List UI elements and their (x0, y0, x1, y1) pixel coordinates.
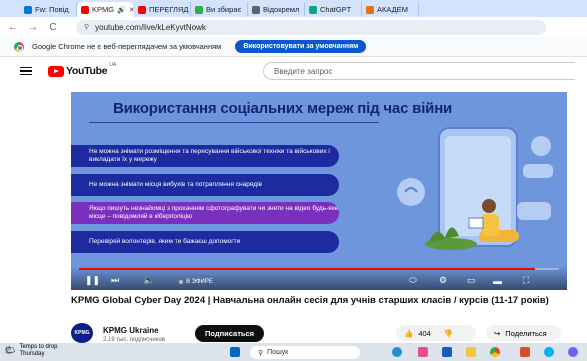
slide-point: Перевіряй волонтерів, яким ти бажаєш доп… (71, 231, 339, 253)
tab-5[interactable]: ChatGPT (305, 2, 362, 17)
next-icon[interactable]: ⏭ (111, 275, 119, 286)
share-label: Поделиться (505, 328, 547, 338)
app-icon[interactable] (520, 347, 530, 357)
taskbar-search[interactable]: ⚲ Пошук (250, 346, 360, 359)
progress-bar[interactable] (79, 268, 559, 270)
default-browser-infobar: Google Chrome не є веб-переглядачем за у… (0, 37, 587, 57)
youtube-header: YouTube UA Введите запрос (0, 58, 587, 84)
youtube-wordmark: YouTube (66, 65, 108, 77)
pause-icon[interactable]: ❚❚ (85, 275, 100, 286)
country-code: UA (109, 62, 117, 68)
chrome-icon[interactable] (490, 347, 500, 357)
tab-label: Ви збирає (206, 5, 242, 14)
tab-2[interactable]: ПЕРЕГЛЯД (134, 2, 191, 17)
tab-1[interactable]: KPMG 🔊 ✕ (77, 2, 134, 17)
speaker-icon: 🔊 (117, 6, 126, 14)
slide-point: Якщо пишуть незнайомці з проханням сфото… (71, 202, 339, 224)
tab-label: АКАДЕМ (377, 5, 408, 14)
search-input[interactable]: Введите запрос (263, 62, 575, 80)
tab-4[interactable]: Відокремл (248, 2, 305, 17)
tab-label: ChatGPT (320, 5, 352, 14)
weather-icon: 🌤 (4, 345, 16, 356)
toolbar: ← → C ⚲ youtube.com/live/kLeKyvtNowk (0, 17, 587, 37)
tab-label: Fw: Повід (35, 5, 69, 14)
live-indicator: В ЭФИРЕ (179, 279, 213, 285)
taskbar-search-label: Пошук (267, 349, 289, 356)
reload-button[interactable]: C (48, 22, 58, 33)
thumbs-down-icon[interactable]: 👎 (444, 329, 453, 338)
tab-label: Відокремл (263, 5, 300, 14)
address-text: youtube.com/live/kLeKyvtNowk (95, 22, 206, 32)
weather-title: Temps to drop (19, 344, 58, 350)
like-count: 404 (418, 328, 431, 338)
outlook-favicon-icon (24, 5, 32, 14)
live-dot-icon (179, 280, 183, 284)
infobar-message: Google Chrome не є веб-переглядачем за у… (32, 42, 222, 51)
youtube-play-icon (48, 65, 64, 77)
weather-widget[interactable]: 🌤 Temps to drop Thursday (4, 344, 57, 358)
tab-6[interactable]: АКАДЕМ (362, 2, 419, 17)
tab-label: ПЕРЕГЛЯД (149, 5, 189, 14)
channel-avatar[interactable]: KPMG (71, 323, 93, 343)
viber-icon[interactable] (568, 347, 578, 357)
thumbs-up-icon: 👍 (404, 328, 414, 338)
skype-icon[interactable] (544, 347, 554, 357)
tab-label: KPMG (92, 5, 115, 14)
tab-strip: Fw: Повід KPMG 🔊 ✕ ПЕРЕГЛЯД Ви збирає Відо… (0, 0, 587, 17)
share-button[interactable]: ↪ Поделиться (486, 325, 561, 341)
search-icon: ⚲ (258, 349, 264, 357)
phone-illustration (397, 127, 553, 250)
youtube-favicon-icon (81, 5, 89, 14)
back-button[interactable]: ← (8, 22, 18, 33)
video-title: KPMG Global Cyber Day 2024 | Навчальна о… (71, 295, 549, 306)
live-label: В ЭФИРЕ (186, 279, 213, 285)
photos-icon[interactable] (418, 347, 428, 357)
title-underline (89, 122, 379, 123)
player-controls: ❚❚ ⏭ 🔈 В ЭФИРЕ ⬭ ⚙ ▭ ▬ ⛶ (71, 266, 567, 290)
forms-favicon-icon (195, 5, 203, 14)
edge-icon[interactable] (392, 347, 402, 357)
tab-3[interactable]: Ви збирає (191, 2, 248, 17)
chrome-logo-icon (14, 41, 24, 52)
subscribe-button[interactable]: Подписаться (195, 325, 265, 342)
miniplayer-icon[interactable]: ▭ (467, 275, 476, 286)
share-icon: ↪ (494, 328, 501, 338)
youtube-favicon-icon (138, 5, 146, 14)
academy-favicon-icon (366, 5, 374, 14)
channel-name[interactable]: KPMG Ukraine (103, 326, 159, 335)
taskbar: 🌤 Temps to drop Thursday ⚲ Пошук (0, 343, 587, 361)
word-icon[interactable] (442, 347, 452, 357)
page-favicon-icon (252, 5, 260, 14)
start-icon[interactable] (230, 347, 240, 357)
autoplay-toggle[interactable]: ⬭ (409, 275, 417, 286)
video-player[interactable]: Використання соціальних мереж під час ві… (71, 92, 567, 290)
theater-icon[interactable]: ▬ (493, 276, 502, 286)
tab-0[interactable]: Fw: Повід (20, 2, 77, 17)
like-button[interactable]: 👍 404 👎 (396, 325, 476, 341)
site-info-icon[interactable]: ⚲ (84, 23, 89, 31)
fullscreen-icon[interactable]: ⛶ (523, 275, 529, 286)
chatgpt-favicon-icon (309, 5, 317, 14)
slide-title: Використання соціальних мереж під час ві… (113, 100, 453, 117)
youtube-logo[interactable]: YouTube UA (48, 62, 117, 77)
files-icon[interactable] (466, 347, 476, 357)
channel-row: KPMG KPMG Ukraine 2,19 тыс. подписчиков … (71, 323, 576, 343)
address-bar[interactable]: ⚲ youtube.com/live/kLeKyvtNowk (76, 19, 546, 35)
set-default-button[interactable]: Використовувати за умовчанням (235, 40, 367, 53)
slide-point: Не можна знімати місця вибухів та потрап… (71, 174, 339, 196)
forward-button[interactable]: → (28, 22, 38, 33)
slide-point: Не можна знімати розміщення та пересуван… (71, 145, 339, 167)
search-placeholder: Введите запрос (274, 66, 333, 76)
settings-icon[interactable]: ⚙ (439, 275, 447, 286)
menu-icon[interactable] (20, 66, 32, 76)
weather-subtitle: Thursday (19, 350, 45, 357)
volume-icon[interactable]: 🔈 (143, 275, 154, 286)
